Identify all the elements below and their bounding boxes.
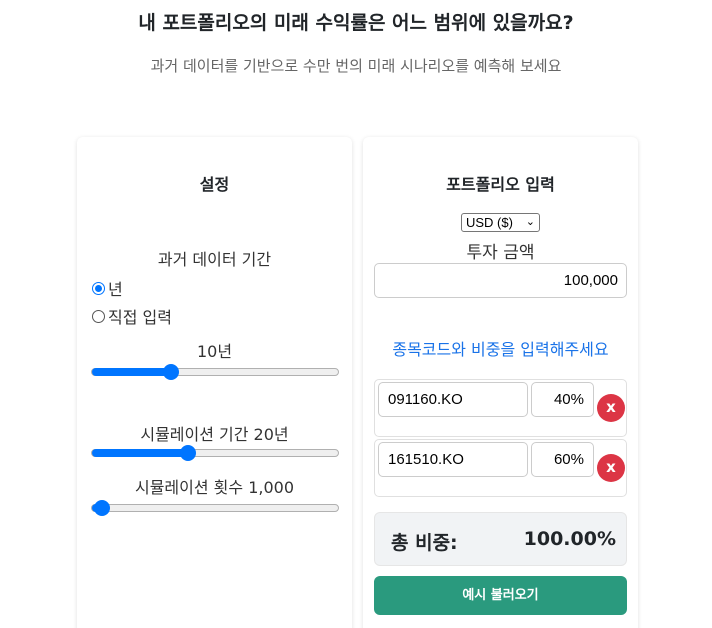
stock-code-input[interactable]: 161510.KO — [378, 442, 528, 477]
slider-thumb[interactable] — [93, 500, 110, 516]
sim-period-slider[interactable] — [91, 445, 339, 461]
portfolio-card: 포트폴리오 입력 USD ($) ⌄ 투자 금액 100,000 종목코드와 비… — [363, 137, 638, 628]
total-weight-value: 100.00% — [523, 528, 616, 550]
radio-year[interactable] — [92, 281, 105, 295]
investment-amount-input[interactable]: 100,000 — [374, 263, 627, 298]
sim-count-label: 시뮬레이션 횟수 1,000 — [134, 478, 295, 497]
radio-custom[interactable] — [92, 309, 105, 323]
slider-thumb[interactable] — [162, 364, 179, 380]
investment-amount-label: 투자 금액 — [466, 243, 535, 263]
load-example-button[interactable]: 예시 불러오기 — [374, 576, 627, 615]
stock-row: 091160.KO 40% x — [374, 379, 627, 437]
currency-value: USD ($) — [466, 215, 513, 230]
stock-input-prompt: 종목코드와 비중을 입력해주세요 — [392, 340, 609, 359]
radio-year-label: 년 — [108, 280, 123, 299]
radio-custom-option[interactable]: 직접 입력 — [92, 304, 172, 328]
page-subtitle: 과거 데이터를 기반으로 수만 번의 미래 시나리오를 예측해 보세요 — [150, 57, 562, 75]
sim-period-label: 시뮬레이션 기간 20년 — [140, 425, 289, 444]
portfolio-title: 포트폴리오 입력 — [446, 175, 555, 194]
total-weight-box: 총 비중: 100.00% — [374, 512, 627, 566]
sim-count-slider[interactable] — [91, 500, 339, 516]
settings-card: 설정 과거 데이터 기간 년 직접 입력 10년 시뮬레이션 기간 20년 시뮬… — [77, 137, 352, 628]
stock-weight-input[interactable]: 60% — [531, 442, 594, 477]
history-period-label: 과거 데이터 기간 — [157, 250, 272, 269]
page-title: 내 포트폴리오의 미래 수익률은 어느 범위에 있을까요? — [138, 12, 574, 34]
total-weight-label: 총 비중: — [391, 532, 458, 554]
radio-year-option[interactable]: 년 — [92, 276, 123, 300]
settings-title: 설정 — [199, 175, 230, 194]
stock-row: 161510.KO 60% x — [374, 439, 627, 497]
slider-fill — [92, 368, 171, 376]
slider-fill — [92, 449, 188, 457]
stock-weight-input[interactable]: 40% — [531, 382, 594, 417]
currency-select[interactable]: USD ($) ⌄ — [461, 213, 540, 232]
radio-custom-label: 직접 입력 — [108, 308, 172, 327]
slider-thumb[interactable] — [179, 445, 196, 461]
stock-code-input[interactable]: 091160.KO — [378, 382, 528, 417]
history-period-slider[interactable] — [91, 364, 339, 380]
history-period-value: 10년 — [196, 342, 233, 361]
chevron-down-icon: ⌄ — [525, 216, 535, 228]
remove-stock-button[interactable]: x — [597, 394, 625, 422]
remove-stock-button[interactable]: x — [597, 454, 625, 482]
